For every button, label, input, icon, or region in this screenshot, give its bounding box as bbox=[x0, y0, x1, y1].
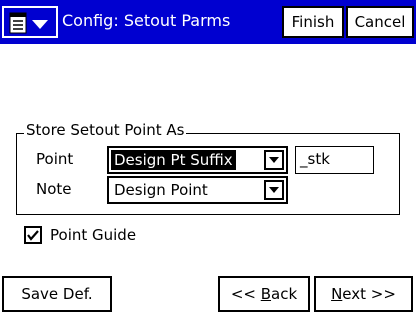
point-dropdown[interactable]: Design Pt Suffix bbox=[107, 146, 288, 174]
window-title: Config: Setout Parms bbox=[62, 11, 231, 30]
back-hotkey: B bbox=[260, 285, 272, 303]
checkmark-icon bbox=[27, 230, 39, 241]
point-label: Point bbox=[36, 150, 74, 168]
note-label: Note bbox=[36, 180, 72, 198]
next-hotkey: N bbox=[331, 285, 343, 303]
back-rest: ack bbox=[271, 285, 298, 303]
next-button[interactable]: Next >> bbox=[314, 276, 413, 312]
chevron-down-icon[interactable] bbox=[264, 180, 284, 200]
point-guide-label: Point Guide bbox=[50, 226, 137, 244]
next-rest: ext >> bbox=[342, 285, 396, 303]
finish-button[interactable]: Finish bbox=[282, 6, 344, 38]
note-dropdown[interactable]: Design Point bbox=[107, 176, 288, 204]
note-dropdown-value: Design Point bbox=[114, 181, 208, 199]
chevron-down-icon[interactable] bbox=[264, 150, 284, 170]
back-prefix: << bbox=[230, 285, 261, 303]
chevron-down-icon bbox=[32, 20, 48, 29]
save-default-button[interactable]: Save Def. bbox=[2, 276, 112, 312]
list-menu-icon bbox=[9, 12, 48, 34]
menu-button[interactable] bbox=[2, 6, 58, 38]
point-dropdown-value: Design Pt Suffix bbox=[111, 150, 236, 170]
back-button[interactable]: << Back bbox=[218, 276, 310, 312]
group-title: Store Setout Point As bbox=[24, 121, 187, 139]
suffix-input[interactable]: _stk bbox=[295, 146, 374, 174]
cancel-button[interactable]: Cancel bbox=[346, 6, 414, 38]
point-guide-checkbox[interactable] bbox=[24, 226, 42, 244]
